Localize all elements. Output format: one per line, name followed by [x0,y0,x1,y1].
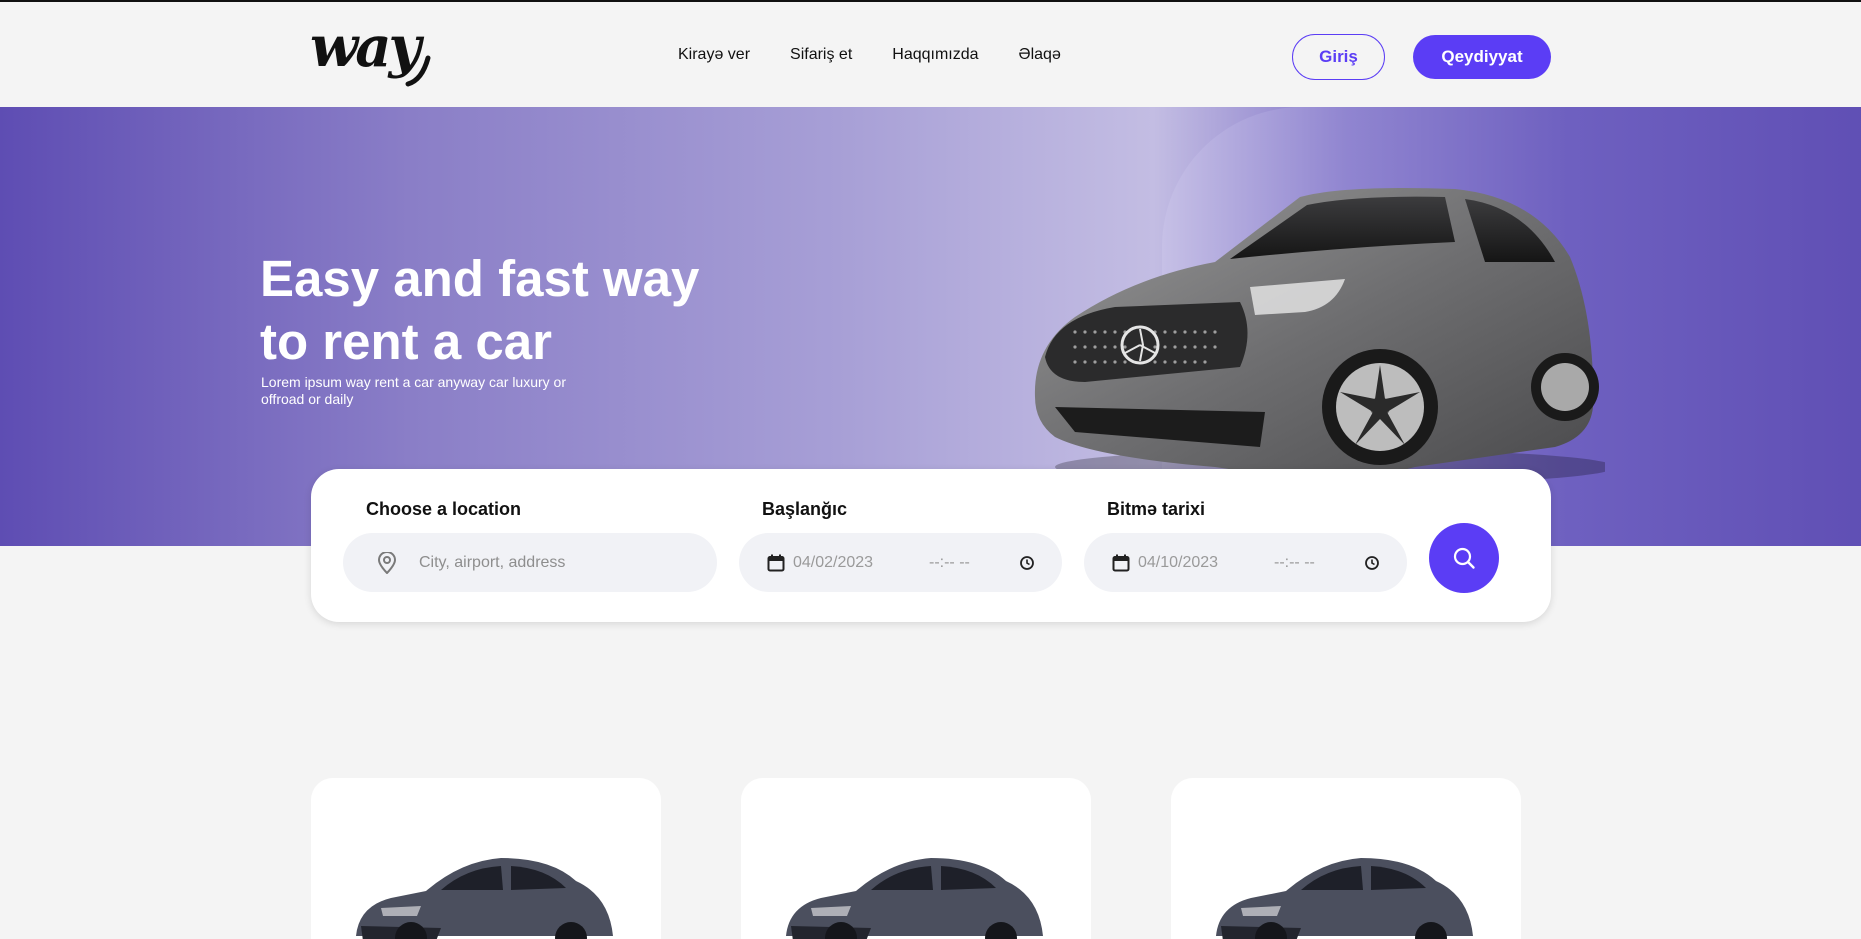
main-nav: Kirayə ver Sifariş et Haqqımızda Əlaqə [678,46,1061,64]
start-date-label: Başlanğıc [762,499,848,519]
car-image [786,858,1043,939]
hero-subtitle-line1: Lorem ipsum way rent a car anyway car lu… [261,374,566,390]
hero-subtitle-line2: offroad or daily [261,391,354,407]
calendar-icon[interactable] [1112,554,1130,572]
calendar-icon[interactable] [767,554,785,572]
location-field[interactable] [343,533,717,592]
site-header: way Kirayə ver Sifariş et Haqqımızda Əla… [0,2,1861,107]
end-date-label: Bitmə tarixi [1107,499,1206,519]
search-button[interactable] [1429,523,1499,593]
hero-title-line2: to rent a car [260,313,552,370]
car-card[interactable] [311,778,661,939]
start-date-field[interactable]: 04/02/2023 --:-- -- [739,533,1062,592]
end-date-field[interactable]: 04/10/2023 --:-- -- [1084,533,1407,592]
location-label: Choose a location [366,499,522,519]
hero-title-line1: Easy and fast way [260,250,700,307]
location-input[interactable] [419,553,699,572]
car-card[interactable] [1171,778,1521,939]
nav-item-contact[interactable]: Əlaqə [1019,46,1061,64]
start-date-input[interactable]: 04/02/2023 [793,554,929,572]
hero-title: Easy and fast way to rent a car [260,247,780,373]
login-button[interactable]: Giriş [1292,34,1385,80]
clock-icon[interactable] [1364,555,1380,571]
hero-car-image [1034,188,1605,485]
search-panel: Choose a location Başlanğıc 04/02/2023 -… [311,469,1551,622]
nav-item-rent-out[interactable]: Kirayə ver [678,46,750,64]
end-date-input[interactable]: 04/10/2023 [1138,554,1274,572]
svg-text:way: way [310,18,424,80]
start-time-input[interactable]: --:-- -- [929,554,1019,572]
map-pin-icon [377,551,397,574]
nav-item-about[interactable]: Haqqımızda [892,46,978,64]
hero-subtitle: Lorem ipsum way rent a car anyway car lu… [261,374,601,408]
end-time-input[interactable]: --:-- -- [1274,554,1364,572]
car-image [356,858,613,939]
clock-icon[interactable] [1019,555,1035,571]
register-button[interactable]: Qeydiyyat [1413,35,1551,79]
way-logo[interactable]: way [310,18,465,88]
car-image [1216,858,1473,939]
search-icon [1453,547,1475,569]
car-card[interactable] [741,778,1091,939]
nav-item-order[interactable]: Sifariş et [790,46,852,64]
